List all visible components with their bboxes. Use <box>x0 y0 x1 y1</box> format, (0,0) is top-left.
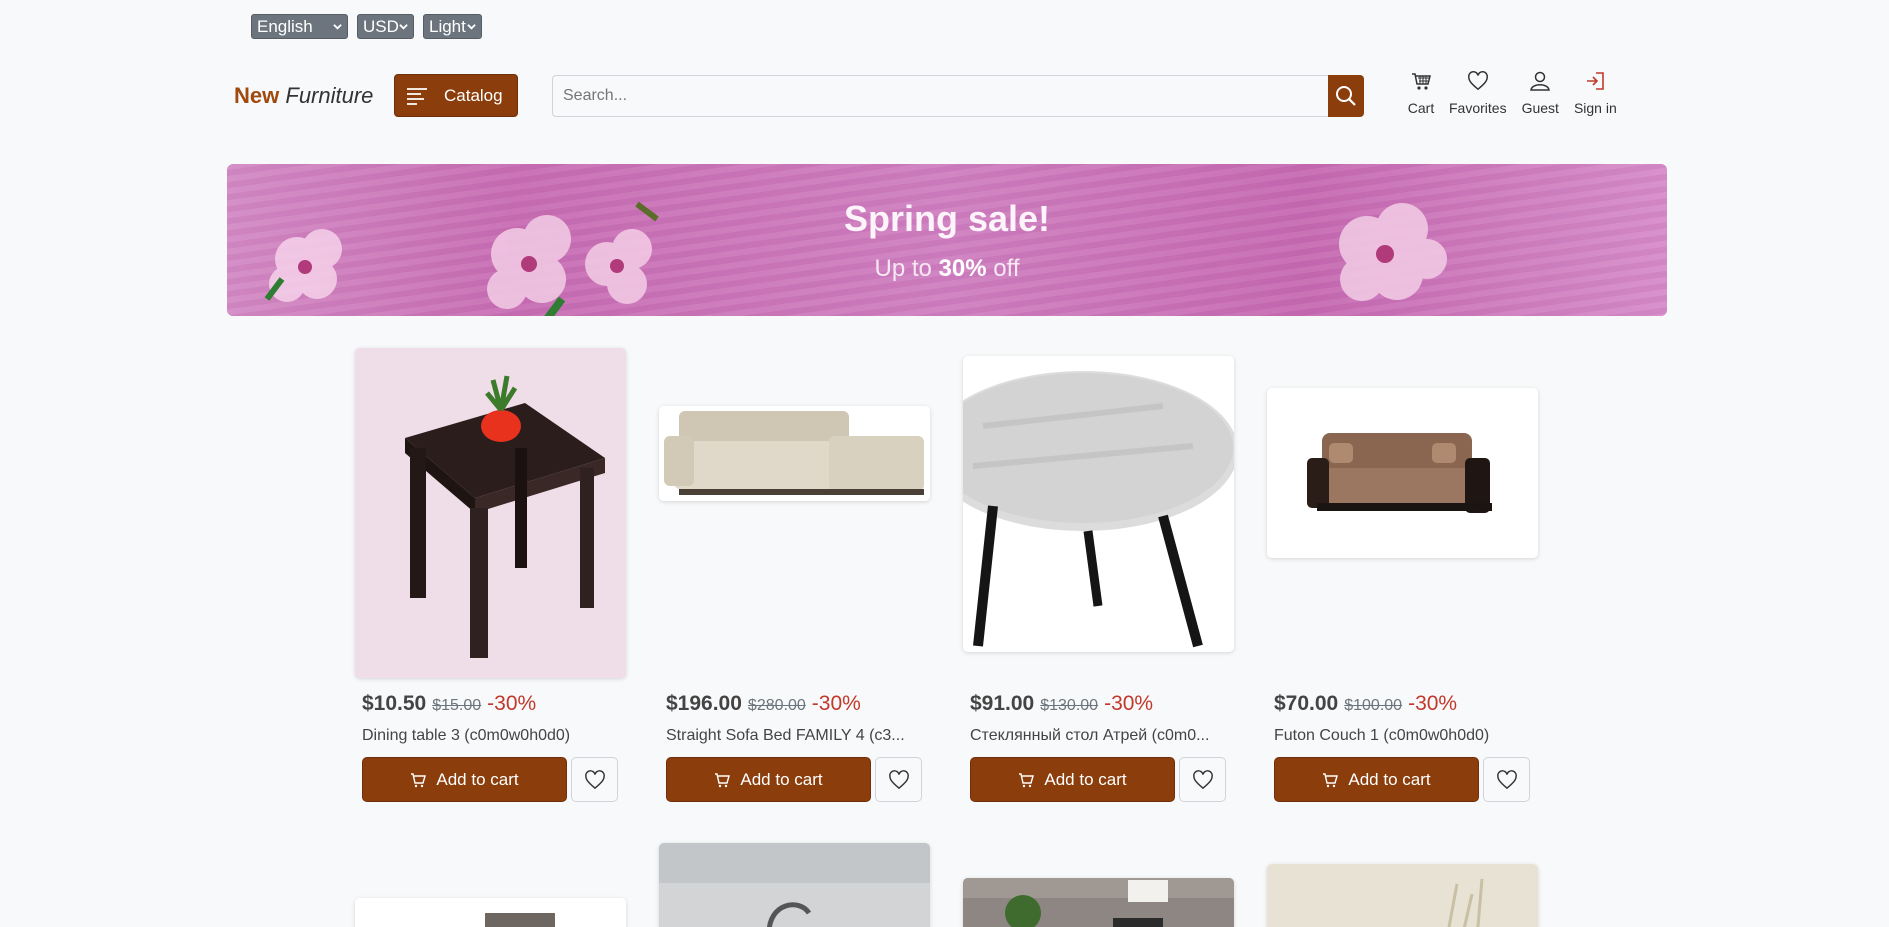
add-to-cart-button[interactable]: Add to cart <box>970 757 1175 802</box>
price-row: $91.00 $130.00 -30% <box>970 692 1153 716</box>
signin-link[interactable]: Sign in <box>1574 70 1617 116</box>
old-price: $130.00 <box>1040 697 1099 714</box>
futon-couch-image <box>1267 388 1538 558</box>
search-bar <box>552 75 1364 117</box>
add-to-cart-button[interactable]: Add to cart <box>362 757 567 802</box>
add-to-favorites-button[interactable] <box>571 757 618 802</box>
heart-icon <box>1467 71 1488 91</box>
product-thumbnail <box>355 898 626 927</box>
discount-badge: -30% <box>1104 692 1154 715</box>
signin-label: Sign in <box>1573 100 1617 116</box>
add-to-cart-label: Add to cart <box>436 769 519 789</box>
product-image[interactable] <box>1267 864 1538 927</box>
search-button[interactable] <box>1328 75 1364 117</box>
product-thumbnail <box>659 843 930 927</box>
chevron-down-icon <box>399 24 408 30</box>
price-row: $10.50 $15.00 -30% <box>362 692 536 716</box>
banner-sub-prefix: Up to <box>874 255 932 282</box>
heart-icon <box>1496 769 1517 789</box>
favorites-label: Favorites <box>1449 100 1507 116</box>
heart-icon <box>888 769 909 789</box>
add-to-cart-button[interactable]: Add to cart <box>1274 757 1479 802</box>
guest-link[interactable]: Guest <box>1522 70 1559 116</box>
product-image[interactable] <box>355 898 626 927</box>
language-select[interactable]: English <box>251 14 348 39</box>
brand-logo[interactable]: New Furniture <box>234 83 373 109</box>
guest-label: Guest <box>1521 100 1559 116</box>
cart-icon <box>1019 772 1035 787</box>
catalog-label: Catalog <box>444 85 503 105</box>
cart-label: Cart <box>1407 100 1435 116</box>
corner-sofa-image <box>659 406 930 501</box>
sign-in-icon <box>1587 72 1605 90</box>
catalog-button[interactable]: Catalog <box>394 74 518 117</box>
product-name[interactable]: Futon Couch 1 (c0m0w0h0d0) <box>1274 727 1554 745</box>
theme-select[interactable]: Light <box>423 14 482 39</box>
cart-link[interactable]: Cart <box>1401 70 1441 116</box>
cart-icon <box>715 772 731 787</box>
old-price: $280.00 <box>747 697 806 714</box>
discount-badge: -30% <box>487 692 537 715</box>
heart-icon <box>584 769 605 789</box>
current-price: $196.00 <box>666 692 742 715</box>
heart-icon <box>1192 769 1213 789</box>
banner-title: Spring sale! <box>843 198 1051 239</box>
product-image[interactable] <box>659 843 930 927</box>
brand-name-bold: New <box>234 83 280 108</box>
product-image[interactable] <box>659 406 930 501</box>
add-to-favorites-button[interactable] <box>1179 757 1226 802</box>
price-row: $196.00 $280.00 -30% <box>666 692 861 716</box>
banner-sub-suffix: off <box>993 255 1020 282</box>
cart-icon <box>1323 772 1339 787</box>
old-price: $100.00 <box>1344 697 1403 714</box>
theme-value: Light <box>429 17 466 36</box>
dining-table-image <box>355 348 626 678</box>
product-image[interactable] <box>1267 388 1538 558</box>
discount-badge: -30% <box>811 692 861 715</box>
language-value: English <box>257 17 313 36</box>
add-to-cart-label: Add to cart <box>740 769 823 789</box>
add-to-cart-label: Add to cart <box>1348 769 1431 789</box>
current-price: $91.00 <box>970 692 1035 715</box>
brand-name-italic: Furniture <box>285 83 374 108</box>
product-name[interactable]: Dining table 3 (c0m0w0h0d0) <box>362 727 642 745</box>
banner-subtitle: Up to 30% off <box>227 255 1667 283</box>
cart-icon <box>1412 73 1431 90</box>
promo-banner[interactable]: Spring sale! Up to 30% off <box>227 164 1667 316</box>
menu-lines-icon <box>407 87 427 105</box>
price-row: $70.00 $100.00 -30% <box>1274 692 1457 716</box>
glass-table-image <box>963 356 1234 652</box>
user-icon <box>1530 71 1551 91</box>
currency-select[interactable]: USD <box>357 14 414 39</box>
current-price: $10.50 <box>362 692 427 715</box>
chevron-down-icon <box>333 24 342 30</box>
blossom-graphic <box>1339 203 1447 301</box>
current-price: $70.00 <box>1274 692 1339 715</box>
product-name[interactable]: Стеклянный стол Атрей (c0m0... <box>970 727 1250 745</box>
search-input[interactable] <box>552 75 1328 117</box>
product-thumbnail <box>963 878 1234 927</box>
product-name[interactable]: Straight Sofa Bed FAMILY 4 (c3... <box>666 727 946 745</box>
add-to-favorites-button[interactable] <box>875 757 922 802</box>
add-to-cart-label: Add to cart <box>1044 769 1127 789</box>
chevron-down-icon <box>467 24 476 30</box>
banner-sub-percent: 30% <box>938 255 987 282</box>
old-price: $15.00 <box>432 697 482 714</box>
currency-value: USD <box>363 17 399 36</box>
product-image[interactable] <box>355 348 626 678</box>
product-image[interactable] <box>963 878 1234 927</box>
product-image[interactable] <box>963 356 1234 652</box>
cart-icon <box>411 772 427 787</box>
add-to-cart-button[interactable]: Add to cart <box>666 757 871 802</box>
discount-badge: -30% <box>1408 692 1458 715</box>
site-header: New Furniture Catalog Cart <box>0 70 1889 120</box>
add-to-favorites-button[interactable] <box>1483 757 1530 802</box>
product-thumbnail <box>1267 864 1538 927</box>
header-nav: Cart Favorites Guest Sign in <box>1401 70 1632 116</box>
search-icon <box>1336 86 1356 106</box>
preferences-bar: English USD Light <box>251 14 482 39</box>
favorites-link[interactable]: Favorites <box>1449 70 1507 116</box>
